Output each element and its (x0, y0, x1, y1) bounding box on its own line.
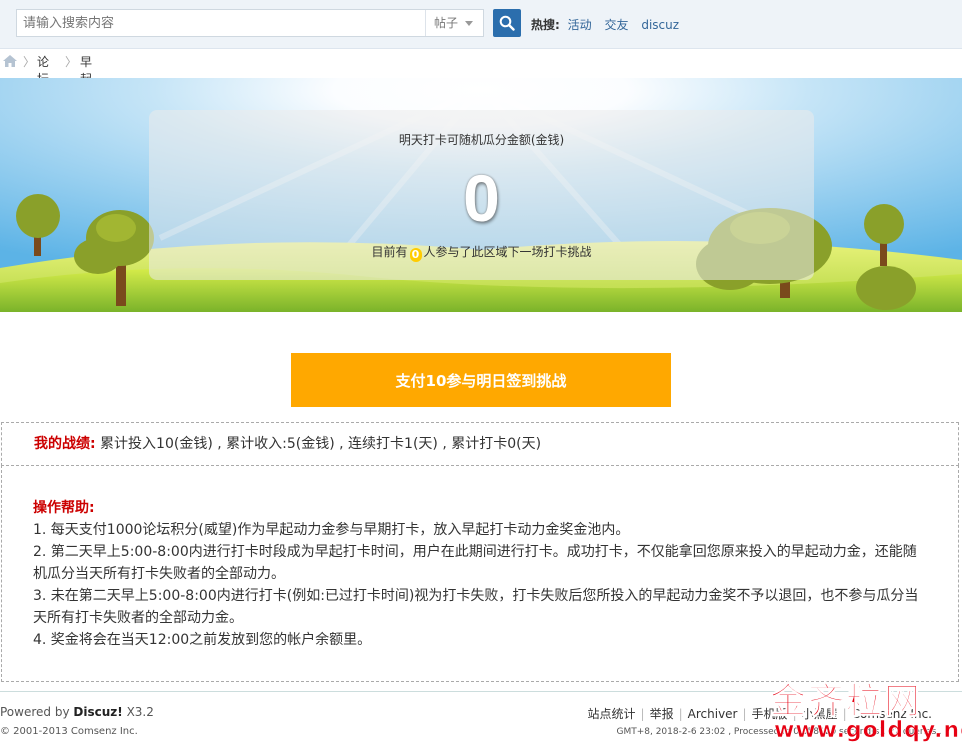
hot-search: 热搜: 活动 交友 discuz (531, 16, 688, 33)
pay-join-button[interactable]: 支付10参与明日签到挑战 (291, 353, 671, 407)
search-type-label: 帖子 (434, 16, 459, 30)
site-watermark: 金齐粒网 www.goldqy.net (769, 672, 962, 746)
hot-link-discuz[interactable]: discuz (641, 18, 679, 32)
reward-panel: 明天打卡可随机瓜分金额(金钱) 0 目前有 0 人参与了此区域下一场打卡挑战 (149, 110, 814, 280)
watermark-url: www.goldqy.net (774, 718, 962, 744)
breadcrumb-separator: 〉 (23, 55, 36, 69)
participants-prefix: 目前有 (371, 245, 408, 259)
top-search-bar: 帖子 热搜: 活动 交友 discuz (0, 0, 962, 49)
product-link[interactable]: Discuz! (73, 705, 122, 719)
copyright: © 2001-2013 Comsenz Inc. (0, 726, 138, 737)
participants-text: 目前有 0 人参与了此区域下一场打卡挑战 (149, 243, 814, 262)
my-stats: 我的战绩: 累计投入10(金钱) , 累计收入:5(金钱) , 连续打卡1(天)… (1, 422, 959, 466)
hero-banner: 明天打卡可随机瓜分金额(金钱) 0 目前有 0 人参与了此区域下一场打卡挑战 (0, 78, 962, 312)
footer-link-stats[interactable]: 站点统计 (588, 707, 636, 721)
watermark-title: 金齐粒网 (769, 681, 923, 723)
participant-count-badge: 0 (409, 248, 422, 262)
powered-prefix: Powered by (0, 705, 70, 719)
search-type-select[interactable]: 帖子 (425, 10, 483, 36)
participants-suffix: 人参与了此区域下一场打卡挑战 (423, 245, 592, 259)
help-item: 4. 奖金将会在当天12:00之前发放到您的帐户余额里。 (33, 632, 372, 648)
home-icon[interactable] (3, 55, 17, 67)
hot-link-activity[interactable]: 活动 (568, 18, 592, 32)
my-stats-label: 我的战绩: (34, 436, 96, 452)
search-button[interactable] (493, 9, 521, 37)
help-item: 2. 第二天早上5:00-8:00内进行打卡时段成为早起打卡时间，用户在此期间进… (33, 544, 917, 582)
help-title: 操作帮助: (33, 500, 95, 516)
help-item: 3. 未在第二天早上5:00-8:00内进行打卡(例如:已过打卡时间)视为打卡失… (33, 588, 919, 626)
search-icon (499, 15, 515, 31)
hot-search-label: 热搜: (531, 18, 560, 32)
powered-by: Powered by Discuz! X3.2 (0, 705, 154, 719)
reward-title: 明天打卡可随机瓜分金额(金钱) (398, 133, 565, 147)
help-item: 1. 每天支付1000论坛积分(威望)作为早起动力金参与早期打卡，放入早起打卡动… (33, 522, 630, 538)
help-section: 操作帮助: 1. 每天支付1000论坛积分(威望)作为早起动力金参与早期打卡，放… (1, 465, 959, 682)
footer-link-report[interactable]: 举报 (650, 707, 674, 721)
search-box: 帖子 (16, 9, 484, 37)
product-version: X3.2 (126, 705, 154, 719)
reward-amount: 0 (463, 161, 500, 235)
hot-link-friends[interactable]: 交友 (604, 18, 628, 32)
breadcrumb-separator: 〉 (65, 55, 78, 69)
footer-link-archiver[interactable]: Archiver (688, 707, 738, 721)
my-stats-values: 累计投入10(金钱) , 累计收入:5(金钱) , 连续打卡1(天) , 累计打… (95, 436, 542, 452)
chevron-down-icon (465, 21, 473, 26)
search-input[interactable] (17, 10, 425, 36)
